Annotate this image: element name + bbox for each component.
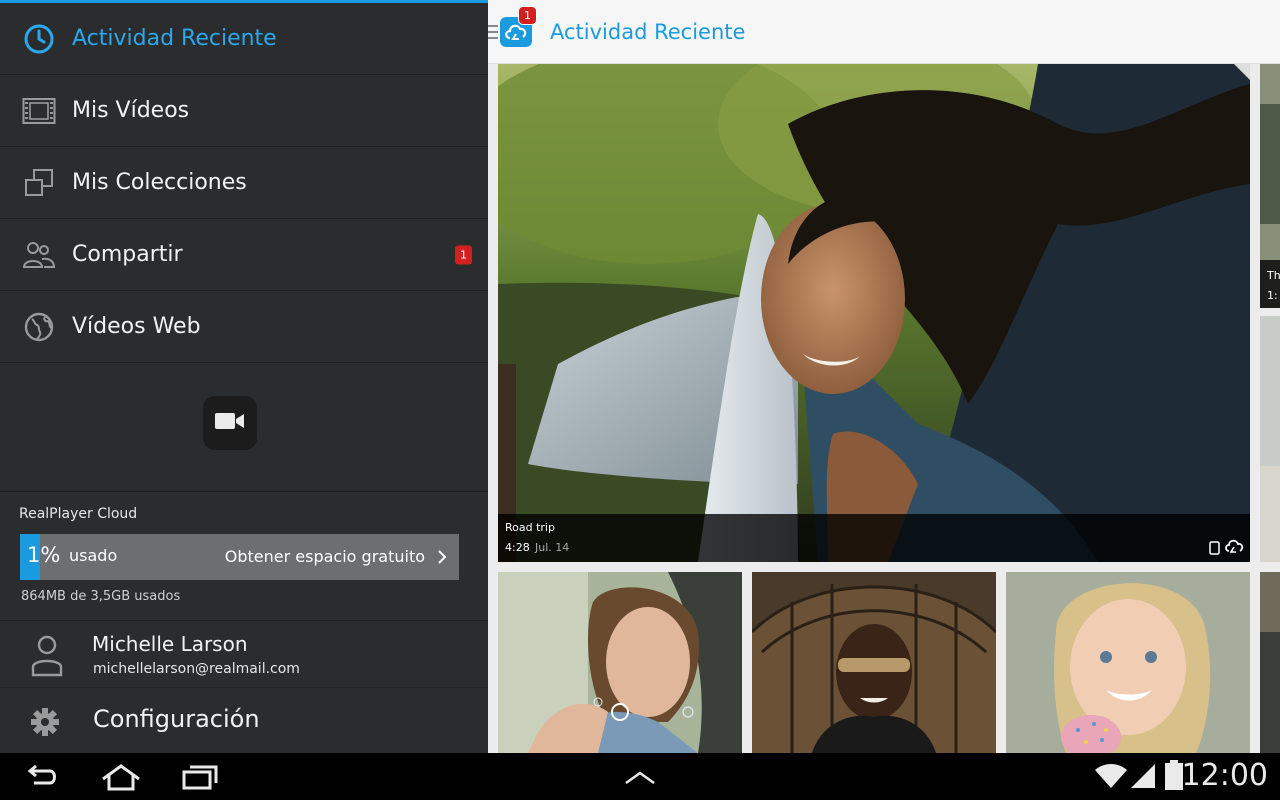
navigation-drawer: Actividad Reciente Mis Vídeos Mis Colecc… [0,0,488,753]
sunglasses-photo [752,572,996,753]
storage-used-label: usado [69,546,118,565]
notification-badge: 1 [455,245,472,264]
drawer-item-mis-colecciones[interactable]: Mis Colecciones [0,147,488,219]
video-duration: 4:28 [505,541,530,554]
video-thumbnail-partial[interactable] [1260,572,1280,753]
people-icon [22,238,56,272]
video-thumbnail-road-trip[interactable]: Road trip 4:28 Jul. 14 [498,64,1250,562]
clock-icon [22,22,56,56]
app-logo-badge: 1 [518,6,537,25]
road-trip-photo [498,64,1250,562]
get-free-space-link[interactable]: Obtener espacio gratuito [225,547,425,566]
drawer-item-label: Vídeos Web [72,314,201,339]
video-info-bar: Road trip 4:28 Jul. 14 [498,514,1250,562]
account-email: michellelarson@realmail.com [93,661,300,677]
corner-fold [1234,64,1250,80]
show-more-button[interactable] [624,763,656,791]
gear-icon [29,706,61,738]
storage-title: RealPlayer Cloud [19,506,138,522]
video-camera-icon [215,412,245,434]
recent-apps-icon [182,765,218,790]
video-title: Th [1267,269,1280,282]
main-content: 1 Actividad Reciente Road trip 4:28 Jul.… [488,0,1280,753]
drawer-item-mis-videos[interactable]: Mis Vídeos [0,75,488,147]
cloud-sync-icon [1224,538,1244,555]
video-thumbnail[interactable] [498,572,742,753]
account-name: Michelle Larson [92,632,248,656]
account-row[interactable]: Michelle Larson michellelarson@realmail.… [0,621,488,688]
chevron-right-icon [435,549,449,565]
video-title: Road trip [505,521,555,534]
settings-item[interactable]: Configuración [0,688,488,756]
drawer-item-label: Compartir [72,242,183,267]
storage-panel: RealPlayer Cloud 1% usado Obtener espaci… [0,491,488,621]
menu-icon[interactable] [488,24,498,40]
drawer-item-label: Actividad Reciente [72,26,277,51]
home-icon [102,764,140,791]
cell-signal-icon [1130,761,1156,789]
back-icon [27,764,56,785]
wifi-icon [1094,761,1128,789]
cloud-icon [505,24,527,40]
video-date: Jul. 14 [535,541,570,554]
record-video-button[interactable] [203,396,257,450]
home-button[interactable] [100,763,142,791]
settings-label: Configuración [93,705,260,733]
storage-detail: 864MB de 3,5GB usados [21,589,181,604]
film-icon [22,94,56,128]
page-title: Actividad Reciente [550,20,746,44]
drawer-item-label: Mis Colecciones [72,170,247,195]
video-duration: 1: [1267,289,1278,302]
app-bar: 1 Actividad Reciente [488,0,1280,64]
storage-percent: 1% [27,543,61,567]
video-info-bar: Th 1: [1260,260,1280,308]
collections-icon [22,166,56,200]
video-thumbnail-partial[interactable] [1260,316,1280,562]
recent-apps-button[interactable] [182,763,218,791]
clock: 12:00 [1181,758,1268,793]
user-avatar-icon [30,633,64,677]
globe-icon [22,310,56,344]
video-thumbnail[interactable] [1006,572,1250,753]
drawer-item-videos-web[interactable]: Vídeos Web [0,291,488,363]
drawer-item-label: Mis Vídeos [72,98,190,123]
drawer-item-compartir[interactable]: Compartir 1 [0,219,488,291]
video-thumbnail-partial[interactable]: Th 1: [1260,64,1280,308]
storage-upgrade-bar[interactable]: 1% usado Obtener espacio gratuito [20,534,459,580]
video-thumbnail[interactable] [752,572,996,753]
device-icon [1209,540,1220,555]
system-navigation-bar: 12:00 [0,753,1280,800]
back-button[interactable] [24,763,60,791]
girl-ice-cream-photo [1006,572,1250,753]
chevron-up-icon [625,771,655,785]
bubbles-photo [498,572,742,753]
drawer-item-actividad-reciente[interactable]: Actividad Reciente [0,3,488,75]
